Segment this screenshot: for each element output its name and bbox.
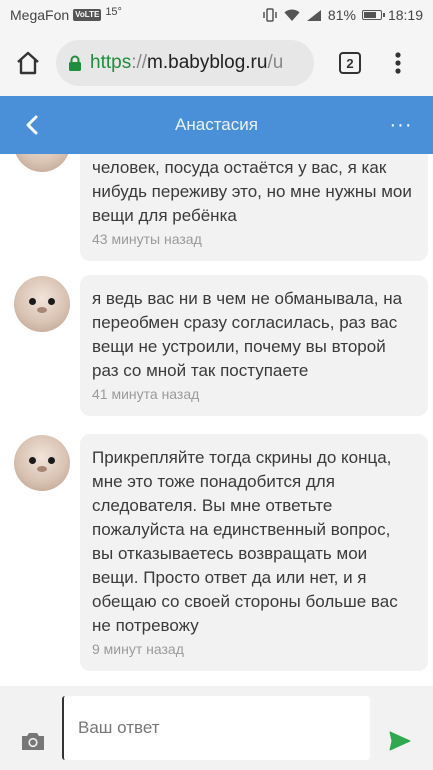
message-time: 43 минуты назад — [92, 231, 202, 247]
url-host: m.babyblog.ru — [147, 52, 268, 73]
avatar[interactable] — [14, 154, 70, 172]
more-options-button[interactable]: ··· — [369, 96, 433, 154]
status-bar: MegaFon VoLTE 15° 81% 18:19 — [0, 0, 433, 30]
url-separator: :// — [131, 52, 148, 73]
avatar[interactable] — [14, 435, 70, 491]
browser-menu-button[interactable] — [378, 43, 418, 83]
status-right: 81% 18:19 — [262, 7, 423, 23]
chat-header: Анастасия ··· — [0, 96, 433, 154]
reply-composer — [0, 686, 433, 770]
send-button[interactable] — [386, 728, 414, 754]
message-bubble: Прикрепляйте тогда скрины до конца, мне … — [80, 434, 428, 671]
vibrate-icon — [262, 8, 278, 22]
avatar[interactable] — [14, 276, 70, 332]
lock-icon — [68, 55, 82, 72]
chat-title: Анастасия — [175, 115, 258, 134]
status-left: MegaFon VoLTE 15° — [10, 6, 122, 23]
back-button[interactable] — [0, 96, 64, 154]
send-icon — [389, 731, 411, 751]
browser-toolbar: https://m.babyblog.ru/u 2 — [0, 30, 433, 96]
url-scheme: https — [90, 52, 132, 73]
tab-switcher-button[interactable]: 2 — [330, 43, 370, 83]
reply-input[interactable] — [62, 696, 370, 760]
message-time: 9 минут назад — [92, 641, 184, 657]
clock: 18:19 — [387, 7, 423, 23]
home-icon — [17, 51, 39, 75]
url-path: /u — [267, 52, 284, 73]
battery-level-fill — [363, 12, 376, 18]
vertical-dots-icon — [395, 52, 401, 74]
message-list[interactable]: человек, посуда остаётся у вас, я как ни… — [0, 154, 433, 686]
wifi-icon — [284, 9, 300, 22]
temperature: 15° — [105, 6, 122, 18]
home-button[interactable] — [0, 35, 56, 91]
message-bubble: человек, посуда остаётся у вас, я как ни… — [80, 154, 428, 261]
message-text: человек, посуда остаётся у вас, я как ни… — [92, 158, 412, 225]
message-text: Прикрепляйте тогда скрины до конца, мне … — [92, 448, 398, 635]
battery-icon — [361, 10, 385, 20]
message-text: я ведь вас ни в чем не обманывала, на пе… — [92, 289, 403, 380]
message-time: 41 минута назад — [92, 386, 200, 402]
camera-icon — [22, 732, 44, 750]
tab-count: 2 — [339, 52, 361, 74]
message-bubble: я ведь вас ни в чем не обманывала, на пе… — [80, 275, 428, 416]
battery-percent: 81% — [327, 7, 356, 23]
chevron-left-icon — [26, 115, 38, 135]
signal-icon — [306, 9, 322, 22]
carrier-name: MegaFon — [10, 7, 70, 23]
volte-badge: VoLTE — [73, 9, 102, 21]
address-bar[interactable]: https://m.babyblog.ru/u — [56, 40, 314, 86]
attach-photo-button[interactable] — [18, 728, 48, 754]
